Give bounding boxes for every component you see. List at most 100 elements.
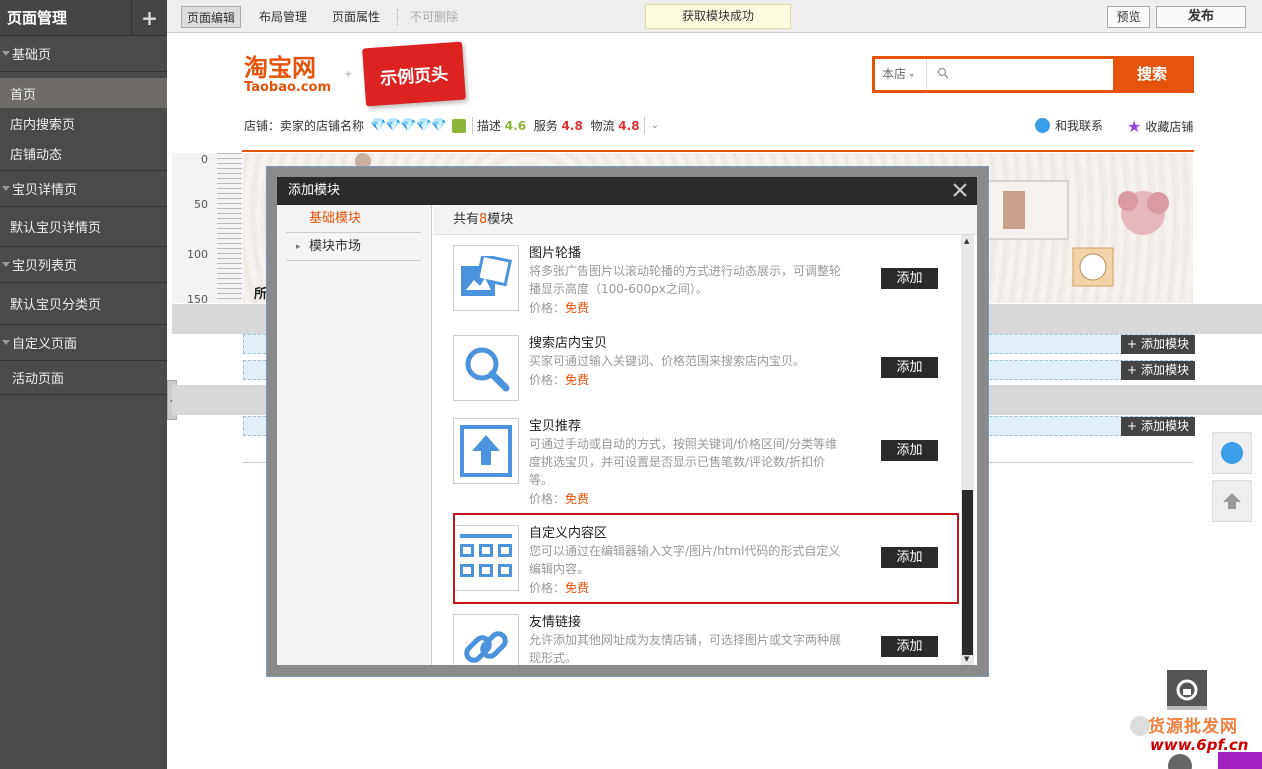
search-icon (937, 67, 949, 79)
module-thumb (453, 335, 519, 401)
taobao-logo[interactable]: 淘宝网 Taobao.com (244, 55, 331, 95)
sidebar-group-label: 基础页 (12, 48, 52, 63)
headset-icon (1176, 679, 1198, 701)
chevron-right-icon: ▸ (296, 242, 301, 252)
collapse-triangle-icon (2, 186, 10, 191)
shop-name-label: 店铺：卖家的店铺名称 (244, 119, 365, 133)
sidebar-item-home[interactable]: 首页 (0, 78, 167, 108)
collapse-triangle-icon (2, 51, 10, 56)
category-basic-modules[interactable]: 基础模块 (286, 205, 421, 233)
wangwang-icon (1035, 118, 1050, 133)
publish-button[interactable]: 发布 (1156, 6, 1246, 28)
price-value: 免费 (565, 373, 590, 387)
wangwang-bubble-icon (1221, 442, 1243, 464)
sidebar-item-shop-search[interactable]: 店内搜索页 (0, 108, 167, 138)
add-module-button[interactable]: 添加 (881, 357, 938, 378)
search-scope-label: 本店 (882, 67, 907, 81)
module-title: 搜索店内宝贝 (529, 336, 608, 351)
module-list-scrollbar[interactable]: ▲ ▼ (961, 235, 974, 665)
plus-icon: + (1127, 419, 1138, 433)
add-module-button[interactable]: 添加 (881, 268, 938, 289)
back-to-top-button[interactable] (1212, 480, 1252, 522)
picture-carousel-icon (461, 256, 512, 296)
diamond-rank-icon: 💎💎💎💎💎 (370, 118, 447, 133)
add-page-button[interactable]: + (131, 0, 167, 36)
favorite-shop-link[interactable]: ★ 收藏店铺 (1127, 117, 1193, 136)
app-root: 页面管理 + 基础页 首页 店内搜索页 店铺动态 宝贝详情页 默认宝贝详情页 宝… (0, 0, 1262, 769)
category-module-market[interactable]: ▸ 模块市场 (286, 233, 421, 261)
scroll-thumb[interactable] (962, 490, 973, 655)
module-item: 友情链接 允许添加其他网址成为友情店铺，可选择图片或文字两种展现形式。 添加 (453, 611, 955, 665)
favorite-label: 收藏店铺 (1145, 120, 1194, 134)
sidebar-group-custom[interactable]: 自定义页面 (0, 325, 167, 361)
logo-cn: 淘宝网 (244, 54, 316, 82)
status-toast: 获取模块成功 (645, 4, 791, 29)
ruler-tick-label: 0 (201, 153, 208, 166)
scroll-up-icon[interactable]: ▲ (964, 237, 969, 245)
module-title: 友情链接 (529, 615, 582, 630)
sidebar-header: 页面管理 + (0, 0, 167, 36)
module-price: 价格：免费 (529, 371, 589, 388)
rating-value: 4.6 (504, 119, 527, 133)
sidebar-item-default-category[interactable]: 默认宝贝分类页 (0, 283, 167, 325)
top-toolbar: 页面编辑 布局管理 页面属性 不可删除 获取模块成功 预览 发布 (167, 0, 1262, 33)
sidebar: 页面管理 + 基础页 首页 店内搜索页 店铺动态 宝贝详情页 默认宝贝详情页 宝… (0, 0, 167, 769)
add-module-button[interactable]: 添加 (881, 440, 938, 461)
sidebar-title: 页面管理 (7, 9, 68, 27)
module-item: 搜索店内宝贝 买家可通过输入关键词、价格范围来搜索店内宝贝。 价格：免费 添加 (453, 332, 955, 420)
store-header: 淘宝网 Taobao.com + 示例页头 本店 ▾ 搜索 店铺：卖家的店铺名称… (172, 35, 1262, 155)
module-desc: 买家可通过输入关键词、价格范围来搜索店内宝贝。 (529, 354, 806, 368)
up-arrow-icon (460, 425, 512, 477)
tab-page-edit[interactable]: 页面编辑 (181, 6, 242, 28)
price-label: 价格： (529, 301, 566, 315)
sidebar-group-list[interactable]: 宝贝列表页 (0, 247, 167, 283)
shop-info-line: 店铺：卖家的店铺名称 💎💎💎💎💎 描述 4.6 服务 4.8 物流 4.8 ⌄ (244, 117, 659, 134)
customer-service-button[interactable] (1212, 432, 1252, 474)
preview-button[interactable]: 预览 (1107, 6, 1150, 28)
dialog-header: 添加模块 (277, 177, 977, 205)
module-desc: 可通过手动或自动的方式，按照关键词/价格区间/分类等维度挑选宝贝，并可设置是否显… (529, 437, 838, 487)
add-module-label: 添加模块 (1140, 363, 1189, 377)
close-icon[interactable] (951, 181, 969, 199)
tab-page-props[interactable]: 页面属性 (327, 6, 385, 28)
dialog-title: 添加模块 (288, 183, 341, 198)
module-item: 宝贝推荐 可通过手动或自动的方式，按照关键词/价格区间/分类等维度挑选宝贝，并可… (453, 415, 955, 515)
sidebar-item-default-detail[interactable]: 默认宝贝详情页 (0, 207, 167, 247)
price-label: 价格： (529, 373, 566, 387)
add-module-button[interactable]: + 添加模块 (1121, 417, 1195, 436)
module-thumb (453, 245, 519, 311)
scroll-down-icon[interactable]: ▼ (964, 655, 969, 663)
add-module-button[interactable]: 添加 (881, 636, 938, 657)
header-divider (242, 150, 1194, 152)
module-thumb (453, 614, 519, 665)
search-button[interactable]: 搜索 (1113, 59, 1191, 90)
logo-en: Taobao.com (244, 80, 332, 95)
tab-layout-manage[interactable]: 布局管理 (254, 6, 312, 28)
magnifier-icon (465, 347, 510, 392)
store-search: 本店 ▾ 搜索 (872, 56, 1194, 93)
add-module-button[interactable]: + 添加模块 (1121, 335, 1195, 354)
up-arrow-icon (1223, 493, 1241, 509)
feedback-button[interactable] (1167, 670, 1207, 710)
sample-header-tag: 示例页头 (362, 41, 466, 107)
shop-ratings[interactable]: 描述 4.6 服务 4.8 物流 4.8 (471, 117, 645, 134)
module-price: 价格：免费 (529, 299, 589, 316)
selected-module-highlight (453, 513, 959, 604)
collapse-triangle-icon (2, 340, 10, 345)
link-icon (464, 631, 508, 663)
contact-seller-link[interactable]: 和我联系 (1035, 117, 1103, 134)
price-value: 免费 (565, 492, 590, 506)
sidebar-item-shop-news[interactable]: 店铺动态 (0, 138, 167, 168)
add-module-button[interactable]: + 添加模块 (1121, 361, 1195, 380)
sidebar-item-activity[interactable]: 活动页面 (0, 361, 167, 395)
undeletable-label: 不可删除 (410, 10, 459, 24)
search-scope-select[interactable]: 本店 ▾ (875, 59, 927, 90)
logo-separator: + (344, 69, 353, 80)
ruler-ticks (217, 153, 242, 303)
vertical-ruler: 0 50 100 150 (172, 153, 242, 306)
module-desc: 将多张广告图片以滚动轮播的方式进行动态展示，可调整轮播显示高度（100-600p… (529, 264, 842, 296)
sidebar-group-basic[interactable]: 基础页 (0, 36, 167, 72)
sidebar-group-detail[interactable]: 宝贝详情页 (0, 171, 167, 207)
sidebar-group-label: 自定义页面 (12, 337, 78, 352)
expand-chevron-icon[interactable]: ⌄ (651, 120, 659, 131)
